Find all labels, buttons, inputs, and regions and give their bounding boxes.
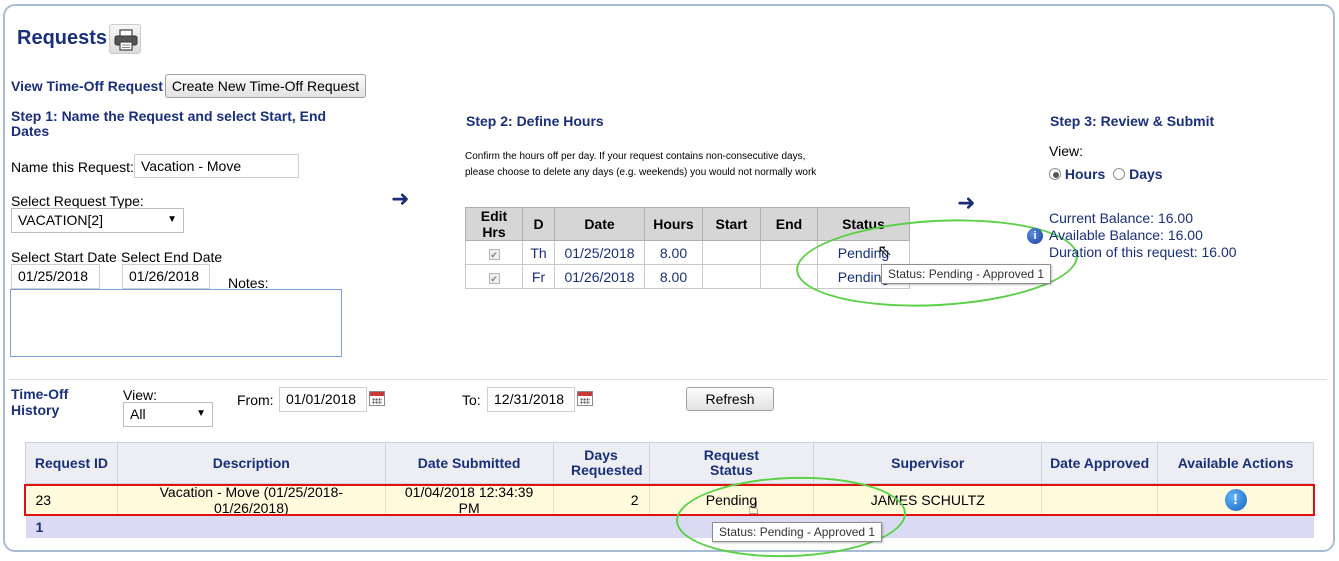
start-cell[interactable]	[702, 264, 761, 289]
status-tooltip: Status: Pending - Approved 1	[712, 522, 883, 542]
col-supervisor: Supervisor	[813, 442, 1043, 484]
date-cell: 01/26/2018	[554, 264, 645, 289]
chevron-down-icon: ▼	[167, 214, 177, 225]
hand-pointer-icon: ☝	[748, 498, 759, 518]
col-edit-hrs: Edit Hrs	[465, 207, 523, 241]
start-date-input[interactable]: 01/25/2018	[11, 264, 100, 289]
end-date-label: Select End Date	[121, 249, 223, 265]
section-divider	[9, 379, 1327, 380]
edit-hrs-checkbox[interactable]: ✔	[488, 272, 500, 284]
col-date-submitted: Date Submitted	[384, 442, 554, 484]
balance-summary: Current Balance: 16.00 Available Balance…	[1049, 210, 1237, 261]
to-label: To:	[462, 392, 481, 408]
to-date-input[interactable]: 12/31/2018	[487, 387, 575, 412]
days-requested-cell: 2	[553, 483, 650, 516]
days-radio[interactable]	[1113, 168, 1126, 180]
request-name-input[interactable]: Vacation - Move	[134, 154, 299, 178]
history-view-label: View:	[123, 387, 157, 403]
table-row[interactable]: 23 Vacation - Move (01/25/2018-01/26/201…	[25, 483, 1314, 516]
alert-action-icon[interactable]: !	[1224, 489, 1247, 511]
request-type-label: Select Request Type:	[11, 193, 144, 209]
from-label: From:	[237, 392, 274, 408]
calendar-icon[interactable]	[577, 391, 593, 406]
date-approved-cell	[1041, 483, 1159, 516]
history-view-select[interactable]: All ▼	[123, 402, 213, 427]
day-cell: Fr	[522, 264, 555, 289]
create-new-request-button[interactable]: Create New Time-Off Request	[165, 74, 366, 98]
date-cell: 01/25/2018	[554, 240, 645, 265]
col-date: Date	[554, 207, 645, 241]
step2-heading: Step 2: Define Hours	[466, 113, 604, 129]
arrow-right-icon: ➜	[391, 186, 410, 211]
col-end: End	[760, 207, 818, 241]
view-time-off-label: View Time-Off Request	[11, 78, 163, 94]
date-submitted-cell: 01/04/2018 12:34:39 PM	[385, 483, 554, 516]
print-button[interactable]	[109, 24, 141, 54]
view-mode-radios: Hours Days	[1049, 166, 1163, 182]
chevron-down-icon: ▼	[196, 408, 206, 419]
info-icon[interactable]: i	[1027, 228, 1043, 244]
col-request-id: Request ID	[25, 442, 118, 484]
day-cell: Th	[522, 240, 555, 265]
start-cell[interactable]	[702, 240, 761, 265]
step1-heading: Step 1: Name the Request and select Star…	[11, 108, 327, 139]
hours-radio[interactable]	[1049, 168, 1061, 180]
step3-heading: Step 3: Review & Submit	[1050, 113, 1215, 129]
description-cell: Vacation - Move (01/25/2018-01/26/2018)	[117, 483, 386, 516]
printer-icon	[114, 29, 138, 51]
request-type-select[interactable]: VACATION[2] ▼	[11, 208, 184, 233]
step3-view-label: View:	[1049, 143, 1083, 159]
col-date-approved: Date Approved	[1041, 442, 1159, 484]
history-table: Request ID Description Date Submitted Da…	[25, 442, 1314, 538]
mouse-pointer-icon: ⇖	[877, 241, 893, 261]
page-number[interactable]: 1	[25, 516, 1314, 538]
from-date-input[interactable]: 01/01/2018	[279, 387, 367, 412]
history-label: Time-Off History	[11, 386, 69, 418]
refresh-button[interactable]: Refresh	[686, 387, 774, 411]
col-start: Start	[702, 207, 761, 241]
pager-row: 1	[25, 516, 1314, 538]
available-balance: Available Balance: 16.00	[1049, 227, 1203, 243]
request-name-label: Name this Request:	[11, 159, 134, 175]
col-days-requested: Days Requested	[552, 442, 650, 484]
request-id-cell: 23	[25, 483, 118, 516]
end-date-input[interactable]: 01/26/2018	[122, 264, 210, 289]
notes-textarea[interactable]	[10, 289, 342, 357]
col-description: Description	[116, 442, 386, 484]
request-duration: Duration of this request: 16.00	[1049, 244, 1237, 260]
col-hours: Hours	[644, 207, 703, 241]
arrow-right-icon: ➜	[957, 190, 976, 215]
hours-cell[interactable]: 8.00	[644, 240, 703, 265]
step2-instructions: Confirm the hours off per day. If your r…	[465, 151, 817, 178]
calendar-icon[interactable]	[369, 391, 385, 406]
col-available-actions: Available Actions	[1157, 442, 1314, 484]
status-tooltip: Status: Pending - Approved 1	[881, 264, 1052, 284]
actions-cell: !	[1157, 483, 1314, 516]
start-date-label: Select Start Date	[11, 249, 117, 265]
current-balance: Current Balance: 16.00	[1049, 210, 1193, 226]
col-day: D	[522, 207, 555, 241]
hours-cell[interactable]: 8.00	[644, 264, 703, 289]
page-title: Requests	[17, 27, 108, 49]
edit-hrs-checkbox[interactable]: ✔	[488, 248, 500, 260]
